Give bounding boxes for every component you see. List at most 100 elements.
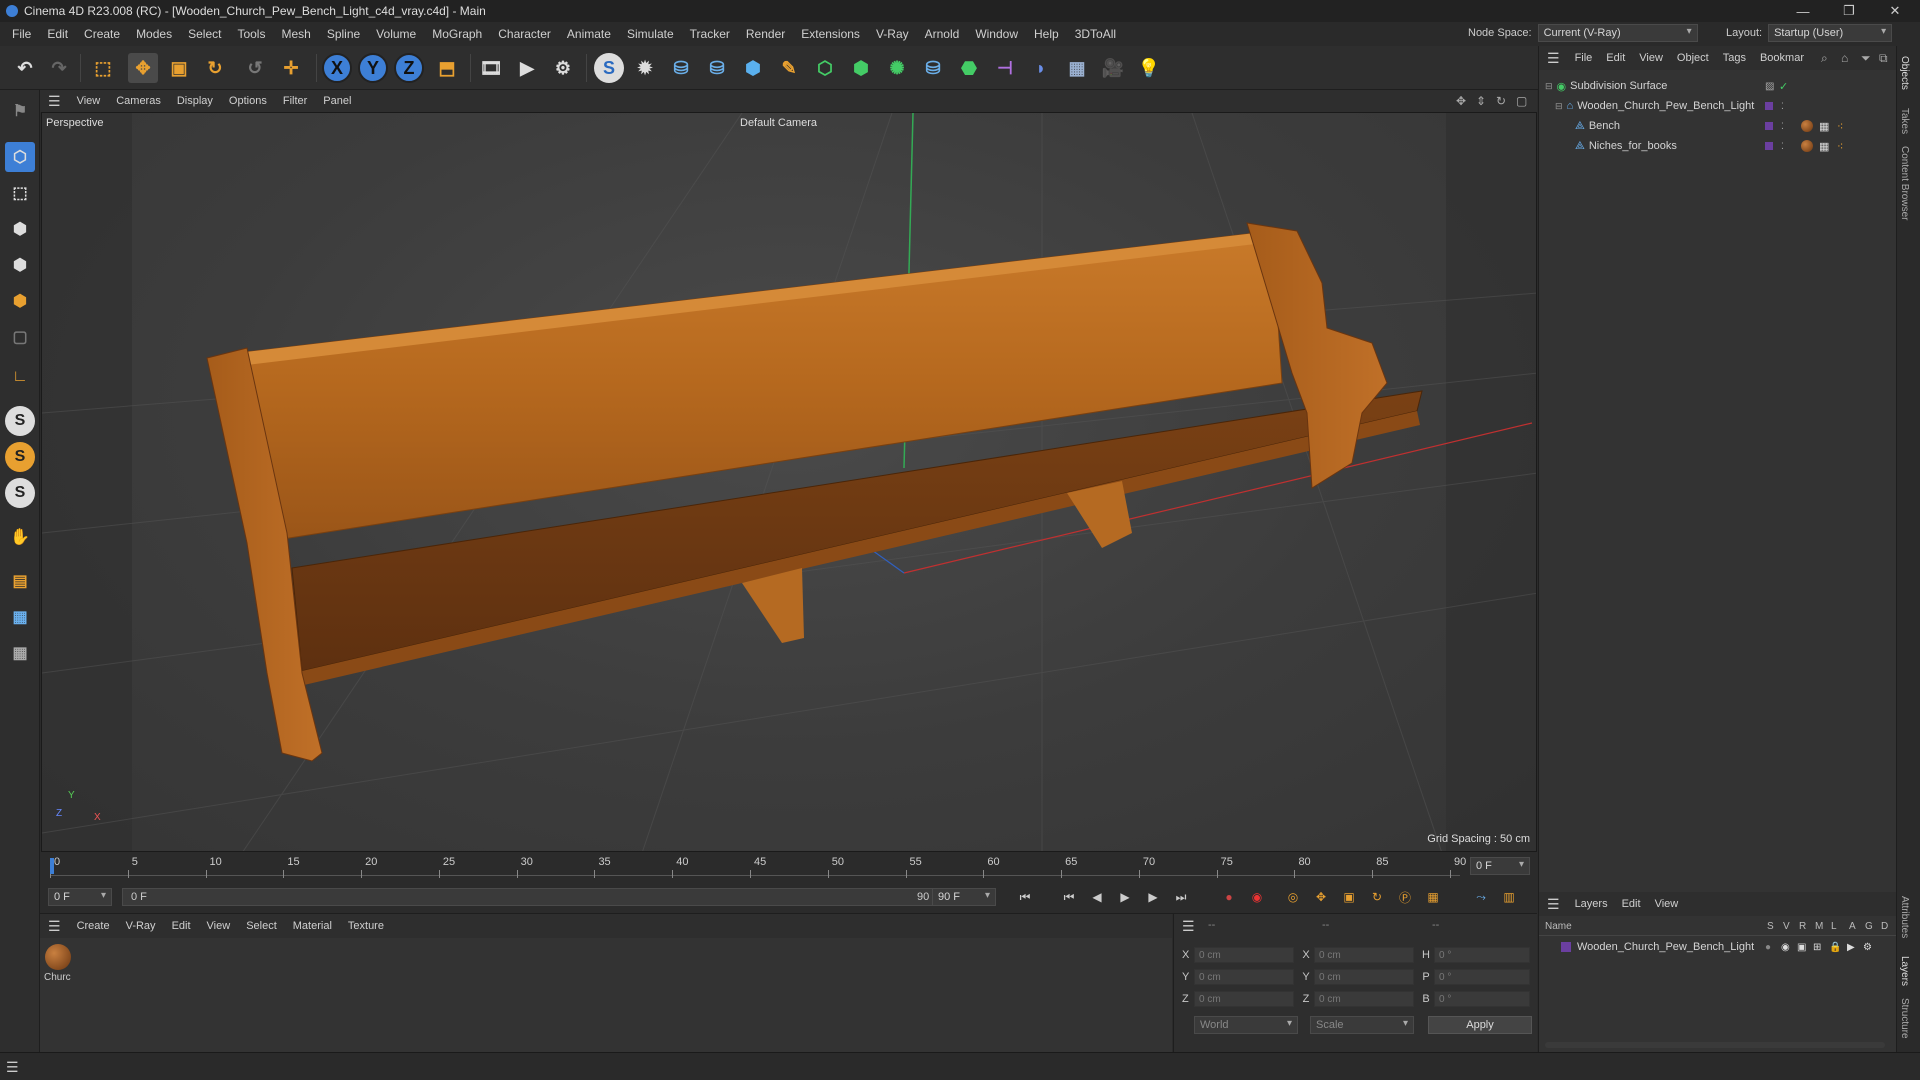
menu-extensions[interactable]: Extensions: [793, 27, 868, 41]
object-row-wooden-pew[interactable]: ⊟ ⌂ Wooden_Church_Pew_Bench_Light ⁚: [1539, 96, 1897, 116]
coord-hamburger-icon[interactable]: ☰: [1182, 918, 1195, 935]
previous-frame-icon[interactable]: ◀: [1086, 886, 1108, 908]
object-menu-tags[interactable]: Tags: [1716, 52, 1753, 64]
layer-solo-icon[interactable]: ●: [1765, 942, 1771, 953]
layer-color-swatch[interactable]: [1765, 142, 1773, 150]
pen-spline-icon[interactable]: ✎: [774, 53, 804, 83]
key-scale-icon[interactable]: ▣: [1338, 886, 1360, 908]
edge-mode-icon[interactable]: ⬢: [5, 250, 35, 280]
menu-render[interactable]: Render: [738, 27, 793, 41]
status-hamburger-icon[interactable]: ☰: [6, 1059, 19, 1076]
material-menu-material[interactable]: Material: [285, 920, 340, 932]
texture-mode-icon[interactable]: ⬚: [5, 178, 35, 208]
material-menu-vray[interactable]: V-Ray: [118, 920, 164, 932]
mograph-cloner-icon[interactable]: ✺: [882, 53, 912, 83]
perspective-viewport[interactable]: Perspective Default Camera Grid Spacing …: [41, 112, 1537, 852]
phong-tag-icon[interactable]: ⁖: [1837, 140, 1843, 153]
texture-tag-icon[interactable]: ▦: [1819, 120, 1829, 133]
menu-create[interactable]: Create: [76, 27, 128, 41]
material-menu-select[interactable]: Select: [238, 920, 285, 932]
menu-mograph[interactable]: MoGraph: [424, 27, 490, 41]
visibility-dots-icon[interactable]: ⁚: [1781, 121, 1784, 132]
pos-z-input[interactable]: 0 cm: [1194, 991, 1294, 1007]
menu-mesh[interactable]: Mesh: [273, 27, 318, 41]
material-hamburger-icon[interactable]: ☰: [40, 918, 69, 935]
model-mode-icon[interactable]: ⬡: [5, 142, 35, 172]
uv-mode-icon[interactable]: ▢: [5, 322, 35, 352]
make-editable-icon[interactable]: ⚑: [5, 96, 35, 126]
size-z-input[interactable]: 0 cm: [1314, 991, 1414, 1007]
current-frame-field[interactable]: 0 F: [1470, 857, 1530, 875]
material-tag-icon[interactable]: [1801, 140, 1813, 152]
scale-icon[interactable]: ▣: [164, 53, 194, 83]
key-rotation-icon[interactable]: ↻: [1366, 886, 1388, 908]
render-view-icon[interactable]: 🎞: [476, 53, 506, 83]
motion-system-icon[interactable]: ⤳: [1470, 886, 1492, 908]
python-generator-icon[interactable]: ⛁: [918, 53, 948, 83]
key-position-icon[interactable]: ✥: [1310, 886, 1332, 908]
phong-tag-icon[interactable]: ⁖: [1837, 120, 1843, 133]
vray-settings-icon[interactable]: ✹: [630, 53, 660, 83]
node-space-select[interactable]: Current (V-Ray): [1537, 24, 1698, 42]
layer-row[interactable]: Wooden_Church_Pew_Bench_Light ● ◉ ▣ ⊞ 🔒 …: [1539, 938, 1897, 956]
live-selection-icon[interactable]: ⬚: [88, 53, 118, 83]
viewport-menu-panel[interactable]: Panel: [315, 95, 359, 107]
record-active-icon[interactable]: ●: [1218, 886, 1240, 908]
pos-y-input[interactable]: 0 cm: [1194, 969, 1294, 985]
render-picture-viewer-icon[interactable]: ▶: [512, 53, 542, 83]
menu-character[interactable]: Character: [490, 27, 559, 41]
layer-lock-icon[interactable]: 🔒: [1829, 942, 1841, 953]
layer-animation-icon[interactable]: ▶: [1847, 942, 1855, 953]
redo-icon[interactable]: ↷: [44, 53, 74, 83]
viewport-menu-filter[interactable]: Filter: [275, 95, 315, 107]
object-home-icon[interactable]: ⌂: [1841, 51, 1848, 65]
menu-file[interactable]: File: [4, 27, 39, 41]
z-axis-lock-button[interactable]: Z: [394, 53, 424, 83]
key-parameter-icon[interactable]: Ⓟ: [1394, 886, 1416, 908]
object-filter-icon[interactable]: ⏷: [1861, 51, 1871, 66]
layer-generators-icon[interactable]: ⚙: [1863, 942, 1872, 953]
coordinate-system-icon[interactable]: ⬒: [432, 53, 462, 83]
render-settings-icon[interactable]: ⚙: [548, 53, 578, 83]
layer-color-swatch[interactable]: [1765, 102, 1773, 110]
menu-help[interactable]: Help: [1026, 27, 1067, 41]
floor-object-icon[interactable]: ▦: [1062, 53, 1092, 83]
recent-tool-icon[interactable]: ↺: [240, 53, 270, 83]
rot-p-input[interactable]: 0 °: [1434, 969, 1530, 985]
next-frame-icon[interactable]: ▶: [1142, 886, 1164, 908]
keyframe-selection-icon[interactable]: ◎: [1282, 886, 1304, 908]
tab-objects[interactable]: Objects: [1899, 56, 1910, 90]
layer-menu-layers[interactable]: Layers: [1568, 898, 1615, 910]
timeline-window-icon[interactable]: ▥: [1498, 886, 1520, 908]
layer-horizontal-scrollbar[interactable]: [1545, 1042, 1885, 1048]
rot-b-input[interactable]: 0 °: [1434, 991, 1530, 1007]
object-row-subdivision[interactable]: ⊟ ◉ Subdivision Surface ▨ ✓: [1539, 76, 1897, 96]
viewport-move-icon[interactable]: ✥: [1456, 94, 1466, 108]
workplane-icon[interactable]: ▤: [5, 566, 35, 596]
menu-tracker[interactable]: Tracker: [682, 27, 738, 41]
autokey-icon[interactable]: ◉: [1246, 886, 1268, 908]
snap-enable-icon[interactable]: S: [5, 406, 35, 436]
end-frame-field[interactable]: 90 F: [932, 888, 996, 906]
tweak-mode-icon[interactable]: ✋: [5, 522, 35, 552]
minimize-button[interactable]: —: [1780, 0, 1826, 22]
tab-layers[interactable]: Layers: [1899, 956, 1910, 986]
rotate-icon[interactable]: ↻: [200, 53, 230, 83]
point-mode-icon[interactable]: ⬢: [5, 214, 35, 244]
material-menu-edit[interactable]: Edit: [164, 920, 199, 932]
viewport-zoom-icon[interactable]: ⇕: [1476, 94, 1486, 108]
y-axis-lock-button[interactable]: Y: [358, 53, 388, 83]
play-icon[interactable]: ▶: [1114, 886, 1136, 908]
menu-edit[interactable]: Edit: [39, 27, 76, 41]
viewport-rotate-icon[interactable]: ↻: [1496, 94, 1506, 108]
expand-icon[interactable]: ⊟: [1545, 81, 1553, 92]
edit-toggle-icon[interactable]: ▨: [1765, 81, 1774, 92]
menu-arnold[interactable]: Arnold: [917, 27, 968, 41]
cube-object-icon[interactable]: ⬢: [738, 53, 768, 83]
timeline-ruler[interactable]: 0 5 10 15 20 25 30 35 40 45 50 55 60 65 70 75 80 85 90 0 F: [40, 852, 1537, 880]
tab-takes[interactable]: Takes: [1899, 108, 1910, 134]
layer-hamburger-icon[interactable]: ☰: [1539, 896, 1568, 913]
start-frame-field[interactable]: 0 F: [48, 888, 112, 906]
layer-render-icon[interactable]: ▣: [1797, 942, 1806, 953]
material-menu-texture[interactable]: Texture: [340, 920, 392, 932]
